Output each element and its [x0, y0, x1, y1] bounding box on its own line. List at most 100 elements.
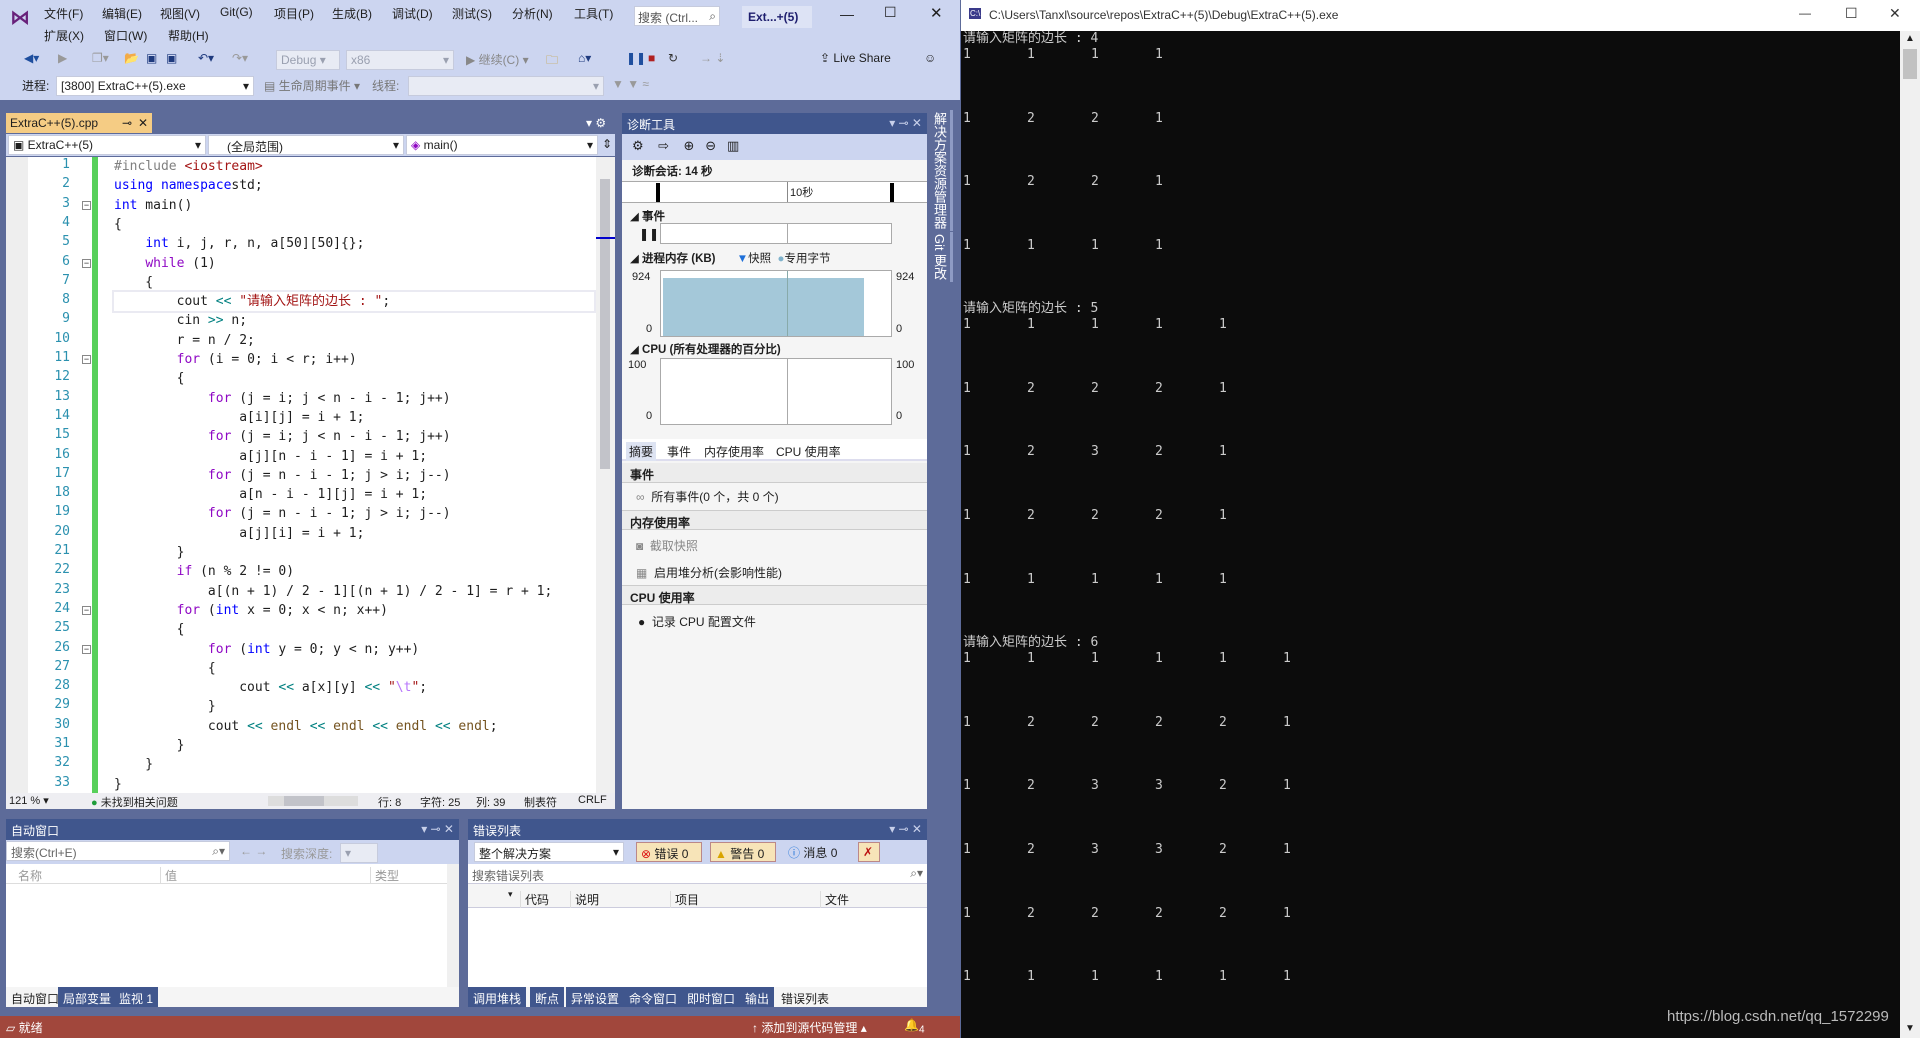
menu-item[interactable]: 测试(S) — [452, 5, 492, 22]
code-line[interactable]: a[(n + 1) / 2 - 1][(n + 1) / 2 - 1] = r … — [114, 582, 552, 601]
code-line[interactable]: { — [114, 620, 185, 639]
code-line[interactable]: #include <iostream> — [114, 157, 263, 176]
close-button[interactable]: ✕ — [930, 4, 943, 22]
redo-icon[interactable]: ↷▾ — [232, 51, 248, 65]
code-line[interactable]: } — [114, 736, 185, 755]
pause-icon[interactable]: ❚❚ — [626, 51, 646, 65]
heap-profiling-button[interactable]: ▦ 启用堆分析(会影响性能) — [636, 564, 782, 581]
messages-filter-button[interactable]: ⓘ 消息 0 — [784, 842, 850, 862]
member-dropdown[interactable]: ◈ main() ▾ — [406, 135, 598, 155]
project-dropdown[interactable]: ▣ ExtraC++(5) ▾ — [8, 135, 206, 155]
autos-search-input[interactable]: 搜索(Ctrl+E) ⌕▾ — [6, 841, 230, 861]
code-line[interactable]: using namespacestd; — [114, 176, 263, 195]
menu-item[interactable]: 窗口(W) — [104, 27, 147, 44]
col-name[interactable]: 名称 — [18, 867, 42, 884]
timeline-ruler[interactable]: 10秒 — [622, 181, 927, 203]
live-share-button[interactable]: ⇪ Live Share — [820, 51, 891, 65]
forward-icon[interactable]: ▶ — [58, 51, 67, 65]
code-line[interactable]: cout << "请输入矩阵的边长 : "; — [112, 290, 596, 314]
notifications-icon[interactable]: 🔔4 — [904, 1018, 925, 1035]
code-line[interactable]: for (j = n - i - 1; j > i; j--) — [114, 466, 451, 485]
code-line[interactable]: for (int x = 0; x < n; x++) — [114, 601, 388, 620]
platform-dropdown[interactable]: x86 ▾ — [346, 50, 454, 70]
diag-tab-cpu[interactable]: CPU 使用率 — [776, 443, 841, 460]
thread-dropdown[interactable]: ▾ — [408, 76, 604, 96]
new-project-icon[interactable]: ❐▾ — [92, 51, 109, 65]
col-type[interactable]: 类型 — [370, 867, 399, 884]
back-icon[interactable]: ◀▾ — [24, 51, 39, 65]
errors-filter-button[interactable]: ⊗ 错误 0 — [636, 842, 702, 862]
continue-button[interactable]: ▶ 继续(C) ▾ — [466, 51, 529, 68]
code-line[interactable]: } — [114, 697, 216, 716]
col-description[interactable]: 说明 — [570, 891, 599, 908]
fold-toggle-icon[interactable]: − — [82, 200, 91, 210]
col-file[interactable]: 文件 — [820, 891, 849, 908]
save-icon[interactable]: ▣ — [146, 51, 157, 65]
take-snapshot-button[interactable]: ◙ 截取快照 — [636, 537, 698, 554]
save-all-icon[interactable]: ▣ — [166, 51, 177, 65]
code-line[interactable]: if (n % 2 != 0) — [114, 562, 294, 581]
bottom-tab[interactable]: 命令窗口 — [624, 987, 683, 1007]
col-code[interactable]: 代码 — [520, 891, 549, 908]
vertical-scrollbar[interactable] — [596, 157, 615, 793]
code-line[interactable]: int i, j, r, n, a[50][50]{}; — [114, 234, 364, 253]
timeline-start-handle[interactable] — [656, 183, 660, 202]
col-project[interactable]: 项目 — [670, 891, 699, 908]
undo-icon[interactable]: ↶▾ — [198, 51, 214, 65]
menu-item[interactable]: 文件(F) — [44, 5, 83, 22]
tab-close-icon[interactable]: ✕ — [138, 116, 148, 130]
lifecycle-events-button[interactable]: ▤ 生命周期事件 ▾ — [264, 77, 360, 94]
bottom-tab[interactable]: 错误列表 — [776, 987, 835, 1007]
bottom-tab[interactable]: 断点 — [530, 987, 565, 1007]
fold-toggle-icon[interactable]: − — [82, 258, 91, 268]
console-close-button[interactable]: ✕ — [1889, 5, 1901, 22]
diag-tab-summary[interactable]: 摘要 — [626, 442, 657, 461]
process-dropdown[interactable]: [3800] ExtraC++(5).exe ▾ — [56, 76, 254, 96]
menu-item[interactable]: 帮助(H) — [168, 27, 209, 44]
events-section-header[interactable]: ◢ 事件 — [630, 208, 665, 224]
bottom-tab[interactable]: 调用堆栈 — [468, 987, 527, 1007]
feedback-icon[interactable]: ☺ — [924, 51, 936, 65]
code-line[interactable]: while (1) — [114, 254, 215, 273]
zoom-in-icon[interactable]: ⊕ — [683, 138, 694, 153]
diag-tab-memory[interactable]: 内存使用率 — [704, 443, 764, 460]
code-line[interactable]: for (j = i; j < n - i - 1; j++) — [114, 389, 451, 408]
build-filter-icon[interactable]: ✗ — [858, 842, 880, 862]
horizontal-scrollbar[interactable] — [268, 796, 358, 806]
minimize-button[interactable]: — — [840, 6, 854, 22]
search-box[interactable]: 搜索 (Ctrl... ⌕ — [634, 6, 720, 26]
bottom-tab[interactable]: 输出 — [740, 987, 775, 1007]
console-minimize-button[interactable]: — — [1799, 6, 1811, 20]
code-line[interactable]: } — [114, 775, 122, 793]
code-line[interactable]: a[j][i] = i + 1; — [114, 524, 364, 543]
bottom-tab[interactable]: 局部变量 — [58, 987, 117, 1007]
code-editor[interactable]: 1 #include <iostream> 2 using namespacestd;… — [6, 157, 615, 793]
console-scroll-thumb[interactable] — [1903, 49, 1917, 79]
back-forward-icons[interactable]: ← → — [240, 844, 267, 858]
scope-dropdown[interactable]: (全局范围) ▾ — [208, 135, 404, 155]
scrollbar-thumb[interactable] — [600, 179, 610, 469]
restart-icon[interactable]: ↻ — [668, 51, 678, 65]
menu-item[interactable]: 分析(N) — [512, 5, 553, 22]
filter-icons[interactable]: ▼ ▼ ≈ — [612, 77, 649, 91]
menu-item[interactable]: 扩展(X) — [44, 27, 84, 44]
menu-item[interactable]: 视图(V) — [160, 5, 200, 22]
maximize-button[interactable]: ☐ — [884, 4, 897, 21]
code-line[interactable]: a[i][j] = i + 1; — [114, 408, 364, 427]
source-control-button[interactable]: ↑ 添加到源代码管理 ▴ — [752, 1019, 867, 1036]
fold-toggle-icon[interactable]: − — [82, 605, 91, 615]
split-icon[interactable]: ⇕ — [602, 137, 612, 151]
all-events-link[interactable]: ∞ 所有事件(0 个，共 0 个) — [636, 488, 779, 505]
bottom-tab[interactable]: 即时窗口 — [682, 987, 741, 1007]
menu-item[interactable]: 调试(D) — [392, 5, 433, 22]
menu-item[interactable]: 编辑(E) — [102, 5, 142, 22]
tab-extracpp[interactable]: ExtraC++(5).cpp ⊸ ✕ — [6, 113, 152, 133]
menu-item[interactable]: 工具(T) — [574, 5, 613, 22]
panel-controls-icon[interactable]: ▾ ⊸ ✕ — [889, 822, 922, 836]
code-line[interactable]: { — [114, 369, 185, 388]
code-line[interactable]: } — [114, 755, 153, 774]
zoom-dropdown[interactable]: 121 % ▾ — [9, 794, 49, 807]
export-icon[interactable]: ⇨ — [658, 138, 669, 153]
show-thread-icon[interactable]: ⌂▾ — [578, 51, 591, 65]
find-icon[interactable]: 🗀 — [546, 51, 558, 72]
